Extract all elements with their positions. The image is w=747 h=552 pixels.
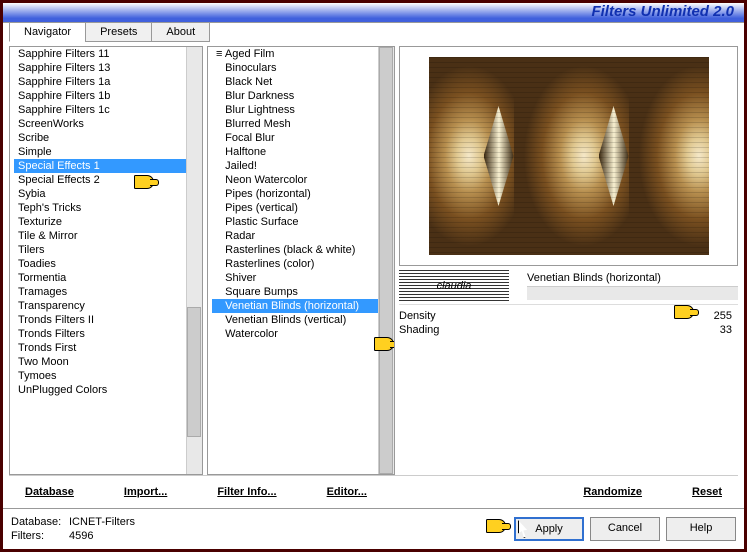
filter-item[interactable]: Binoculars bbox=[212, 61, 394, 75]
category-item[interactable]: Toadies bbox=[14, 257, 202, 271]
filter-item[interactable]: Shiver bbox=[212, 271, 394, 285]
category-item[interactable]: Tronds First bbox=[14, 341, 202, 355]
filter-item[interactable]: Pipes (vertical) bbox=[212, 201, 394, 215]
category-item[interactable]: Simple bbox=[14, 145, 202, 159]
category-item[interactable]: Tormentia bbox=[14, 271, 202, 285]
pointer-icon bbox=[674, 305, 698, 323]
category-item[interactable]: Sapphire Filters 1a bbox=[14, 75, 202, 89]
category-item[interactable]: Special Effects 1 bbox=[14, 159, 202, 173]
category-item[interactable]: Sapphire Filters 13 bbox=[14, 61, 202, 75]
pointer-icon bbox=[486, 519, 510, 537]
filter-item[interactable]: Blur Lightness bbox=[212, 103, 394, 117]
filter-item[interactable]: Rasterlines (black & white) bbox=[212, 243, 394, 257]
tab-navigator[interactable]: Navigator bbox=[9, 22, 86, 42]
app-title: Filters Unlimited 2.0 bbox=[591, 3, 734, 20]
category-item[interactable]: Sapphire Filters 1c bbox=[14, 103, 202, 117]
category-item[interactable]: Transparency bbox=[14, 299, 202, 313]
tab-about[interactable]: About bbox=[151, 22, 210, 42]
tab-presets[interactable]: Presets bbox=[85, 22, 152, 42]
category-item[interactable]: Tronds Filters bbox=[14, 327, 202, 341]
category-item[interactable]: Sapphire Filters 11 bbox=[14, 47, 202, 61]
filter-item[interactable]: Watercolor bbox=[212, 327, 394, 341]
filter-item[interactable]: Venetian Blinds (horizontal) bbox=[212, 299, 394, 313]
category-item[interactable]: UnPlugged Colors bbox=[14, 383, 202, 397]
cancel-button[interactable]: Cancel bbox=[590, 517, 660, 541]
pointer-icon bbox=[374, 337, 395, 355]
filter-item[interactable]: Halftone bbox=[212, 145, 394, 159]
filter-item[interactable]: Rasterlines (color) bbox=[212, 257, 394, 271]
category-item[interactable]: Tramages bbox=[14, 285, 202, 299]
randomize-button[interactable]: Randomize bbox=[573, 482, 652, 502]
database-button[interactable]: Database bbox=[15, 482, 84, 502]
filter-item[interactable]: Blur Darkness bbox=[212, 89, 394, 103]
help-button[interactable]: Help bbox=[666, 517, 736, 541]
filter-item[interactable]: Neon Watercolor bbox=[212, 173, 394, 187]
cursor-icon bbox=[518, 520, 532, 538]
filter-item[interactable]: Square Bumps bbox=[212, 285, 394, 299]
parameter-panel: Density255Shading33 bbox=[399, 304, 738, 475]
editor-button[interactable]: Editor... bbox=[317, 482, 377, 502]
filter-item[interactable]: Pipes (horizontal) bbox=[212, 187, 394, 201]
filter-item[interactable]: Venetian Blinds (vertical) bbox=[212, 313, 394, 327]
filter-item[interactable]: Plastic Surface bbox=[212, 215, 394, 229]
parameter-label: Density bbox=[399, 310, 704, 322]
pointer-icon bbox=[134, 175, 158, 193]
preview-panel bbox=[399, 46, 738, 266]
category-item[interactable]: Tile & Mirror bbox=[14, 229, 202, 243]
category-item[interactable]: Texturize bbox=[14, 215, 202, 229]
filter-item[interactable]: Blurred Mesh bbox=[212, 117, 394, 131]
category-item[interactable]: Teph's Tricks bbox=[14, 201, 202, 215]
filter-item[interactable]: ≡ Aged Film bbox=[212, 47, 394, 61]
category-listbox[interactable]: Sapphire Filters 11Sapphire Filters 13Sa… bbox=[9, 46, 203, 475]
filter-name-label: Venetian Blinds (horizontal) bbox=[527, 272, 738, 284]
category-item[interactable]: Special Effects 2 bbox=[14, 173, 202, 187]
titlebar: Filters Unlimited 2.0 bbox=[3, 3, 744, 23]
parameter-value: 255 bbox=[704, 310, 732, 322]
filter-item[interactable]: Focal Blur bbox=[212, 131, 394, 145]
scrollbar-thumb[interactable] bbox=[379, 47, 393, 474]
category-item[interactable]: Tronds Filters II bbox=[14, 313, 202, 327]
category-item[interactable]: Sapphire Filters 1b bbox=[14, 89, 202, 103]
author-watermark: claudia bbox=[399, 270, 509, 302]
category-item[interactable]: Scribe bbox=[14, 131, 202, 145]
filter-item[interactable]: Jailed! bbox=[212, 159, 394, 173]
scrollbar-thumb[interactable] bbox=[187, 307, 201, 437]
filter-name-slider[interactable] bbox=[527, 286, 738, 300]
filter-listbox[interactable]: ≡ Aged Film Binoculars Black Net Blur Da… bbox=[207, 46, 395, 475]
category-item[interactable]: Tymoes bbox=[14, 369, 202, 383]
parameter-value: 33 bbox=[704, 324, 732, 336]
category-item[interactable]: Sybia bbox=[14, 187, 202, 201]
import-button[interactable]: Import... bbox=[114, 482, 177, 502]
category-item[interactable]: Tilers bbox=[14, 243, 202, 257]
filter-info-button[interactable]: Filter Info... bbox=[207, 482, 286, 502]
preview-image bbox=[429, 57, 709, 255]
category-item[interactable]: ScreenWorks bbox=[14, 117, 202, 131]
reset-button[interactable]: Reset bbox=[682, 482, 732, 502]
filter-item[interactable]: Radar bbox=[212, 229, 394, 243]
tab-bar: NavigatorPresetsAbout bbox=[3, 22, 744, 42]
parameter-label: Shading bbox=[399, 324, 704, 336]
filter-item[interactable]: Black Net bbox=[212, 75, 394, 89]
parameter-row[interactable]: Shading33 bbox=[399, 323, 738, 337]
status-text: Database:ICNET-Filters Filters:4596 bbox=[11, 515, 135, 543]
category-scrollbar[interactable] bbox=[186, 47, 202, 474]
filter-scrollbar[interactable] bbox=[378, 47, 394, 474]
category-item[interactable]: Two Moon bbox=[14, 355, 202, 369]
